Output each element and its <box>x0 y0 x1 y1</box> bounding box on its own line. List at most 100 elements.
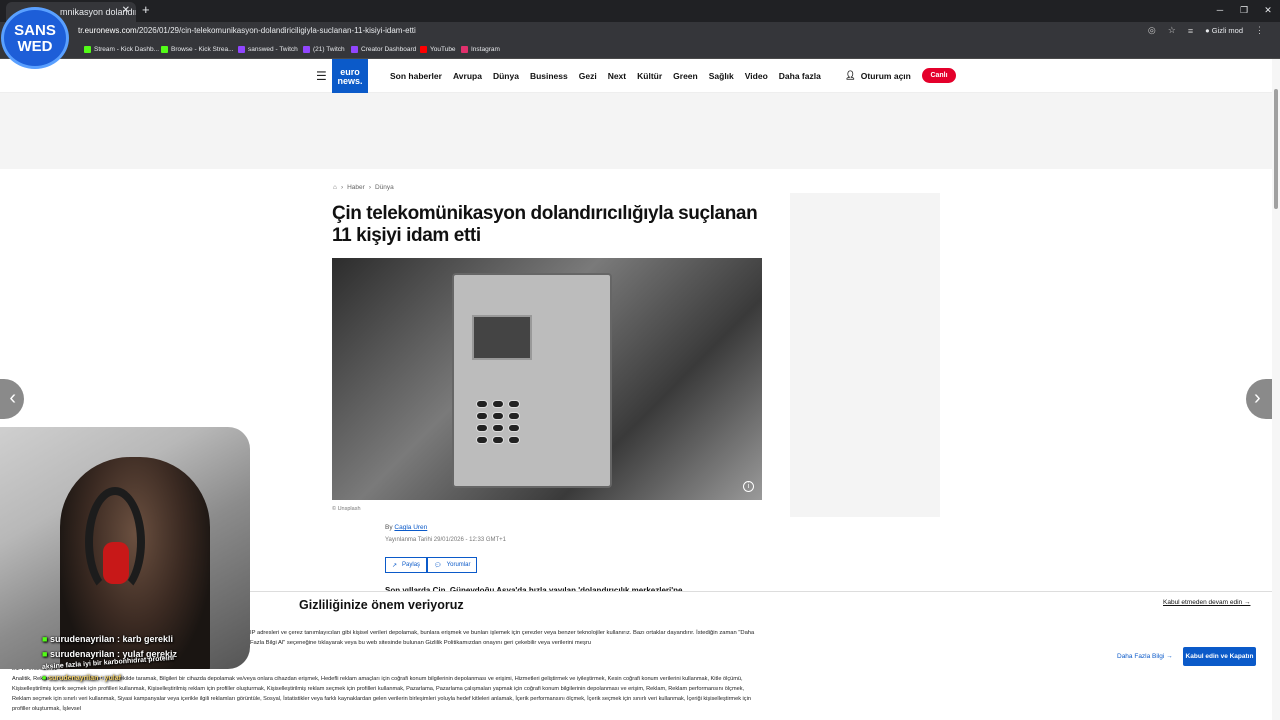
main-nav: Son haberler Avrupa Dünya Business Gezi … <box>390 71 821 81</box>
incognito-indicator[interactable]: ● Gizli mod <box>1205 26 1243 35</box>
kick-icon: ■ <box>42 634 48 644</box>
bookmark-twitch[interactable]: (21) Twitch <box>303 46 345 53</box>
scrollbar-thumb[interactable] <box>1274 89 1278 209</box>
close-window-icon[interactable]: ✕ <box>1256 0 1280 22</box>
nav-gezi[interactable]: Gezi <box>579 71 597 81</box>
chevron-left-icon: ‹ <box>9 387 16 409</box>
url-path: /2026/01/29/cin-telekomunikasyon-dolandi… <box>136 26 416 35</box>
nav-next[interactable]: Next <box>608 71 626 81</box>
payphone-illustration <box>452 273 612 488</box>
consent-purposes-list: Analitik, Reklamcılık, Kesin özellikleri… <box>12 676 751 712</box>
chat-message: ■ surudenayrilan : karb gerekli <box>42 634 174 644</box>
comments-button[interactable]: 💬︎ Yorumlar <box>427 557 478 573</box>
chat-message: ■ surudenayrilan : yulaf <box>42 675 121 682</box>
image-credit: © Unsplash <box>332 506 361 512</box>
bookmark-instagram[interactable]: Instagram <box>461 46 500 53</box>
nav-son-haberler[interactable]: Son haberler <box>390 71 442 81</box>
twitch-icon <box>351 46 358 53</box>
continue-without-accepting-link[interactable]: Kabul etmeden devam edin → <box>1163 599 1250 606</box>
byline: By Cagla Uren <box>385 524 427 531</box>
user-icon: 👤︎ <box>845 70 856 80</box>
breadcrumb-haber[interactable]: Haber <box>347 184 365 191</box>
author-link[interactable]: Cagla Uren <box>394 524 427 531</box>
close-tab-icon[interactable]: ✕ <box>122 5 130 16</box>
breadcrumb-separator: › <box>340 184 344 191</box>
minimize-icon[interactable]: ─ <box>1208 0 1232 22</box>
url-text[interactable]: tr.euronews.com/2026/01/29/cin-telekomun… <box>78 26 416 35</box>
payphone-keypad <box>476 400 520 444</box>
prev-article-arrow[interactable]: ‹ <box>0 379 24 419</box>
streamer-logo-badge: SANS WED <box>1 7 69 69</box>
consent-description: IP adresleri ve çerez tanımlayıcıları gi… <box>250 630 755 646</box>
kick-icon <box>161 46 168 53</box>
ad-banner-slot <box>0 93 1280 169</box>
menu-dots-icon[interactable]: ⋮ <box>1255 25 1264 36</box>
twitch-icon <box>238 46 245 53</box>
browser-tab-strip: mnikasyon dolandır ✕ + ─ ❐ ✕ <box>0 0 1280 22</box>
chat-text: yulaf <box>104 675 121 682</box>
incognito-label: Gizli mod <box>1211 26 1243 35</box>
comments-label: Yorumlar <box>446 562 471 568</box>
nav-daha-fazla[interactable]: Daha fazla <box>779 71 821 81</box>
article-hero-image: i <box>332 258 762 500</box>
live-button[interactable]: Canlı <box>922 68 956 83</box>
logo-line-2: WED <box>17 38 53 55</box>
share-bar: ↗ Paylaş 💬︎ Yorumlar <box>385 557 478 573</box>
byline-prefix: By <box>385 524 393 531</box>
consent-title: Gizliliğinize önem veriyoruz <box>299 598 464 612</box>
bookmark-kick-dashboard[interactable]: Stream - Kick Dashb... <box>84 46 159 53</box>
chat-user: surudenayrilan <box>49 649 115 659</box>
eye-off-icon[interactable]: ◎ <box>1148 25 1156 36</box>
breadcrumb-dunya[interactable]: Dünya <box>375 184 394 191</box>
window-controls: ─ ❐ ✕ <box>1208 0 1280 22</box>
nav-kultur[interactable]: Kültür <box>637 71 662 81</box>
bookmark-twitch-sanswed[interactable]: sanswed - Twitch <box>238 46 298 53</box>
image-info-icon[interactable]: i <box>743 481 754 492</box>
chat-user: surudenayrilan <box>49 634 115 644</box>
more-info-link[interactable]: Daha Fazla Bilgi → <box>1117 653 1173 660</box>
bookmark-kick-browse[interactable]: Browse - Kick Strea... <box>161 46 234 53</box>
address-bar[interactable]: tr.euronews.com/2026/01/29/cin-telekomun… <box>0 22 1280 42</box>
article-headline: Çin telekomünikasyon dolandırıcılığıyla … <box>332 203 758 246</box>
home-icon[interactable]: ⌂ <box>333 184 337 191</box>
star-icon[interactable]: ☆ <box>1168 25 1176 36</box>
url-host: tr.euronews.com <box>78 26 137 35</box>
signin-button[interactable]: 👤︎ Oturum açın <box>845 70 911 81</box>
nav-video[interactable]: Video <box>745 71 768 81</box>
share-icon: ↗ <box>392 562 398 569</box>
share-label: Paylaş <box>402 562 421 568</box>
nav-saglik[interactable]: Sağlık <box>709 71 734 81</box>
euronews-logo[interactable]: euro news. <box>332 59 368 95</box>
kick-icon: ■ <box>42 675 47 682</box>
comment-icon: 💬︎ <box>434 562 442 569</box>
bookmark-youtube[interactable]: YouTube <box>420 46 456 53</box>
instagram-icon <box>461 46 468 53</box>
twitch-icon <box>303 46 310 53</box>
sidebar-ad-slot <box>790 193 940 517</box>
nav-avrupa[interactable]: Avrupa <box>453 71 482 81</box>
new-tab-icon[interactable]: + <box>142 2 150 17</box>
share-button[interactable]: ↗ Paylaş <box>385 557 428 573</box>
restore-icon[interactable]: ❐ <box>1232 0 1256 22</box>
bookmark-creator-dashboard[interactable]: Creator Dashboard <box>351 46 416 53</box>
youtube-icon <box>420 46 427 53</box>
bookmarks-bar: Stream - Kick Dashb... Browse - Kick Str… <box>0 42 1280 59</box>
hamburger-menu-icon[interactable]: ☰ <box>316 69 327 83</box>
site-header: ☰ euro news. Son haberler Avrupa Dünya B… <box>0 59 1280 95</box>
chat-text: karb gerekli <box>122 634 174 644</box>
kick-icon <box>84 46 91 53</box>
breadcrumb: ⌂ › Haber › Dünya <box>333 184 394 191</box>
chevron-right-icon: › <box>1254 387 1261 409</box>
logo-line-1: SANS <box>14 22 56 39</box>
logo-bottom-text: news. <box>337 76 363 86</box>
nav-dunya[interactable]: Dünya <box>493 71 519 81</box>
page-scrollbar[interactable] <box>1272 59 1280 720</box>
nav-business[interactable]: Business <box>530 71 568 81</box>
media-controls-icon[interactable]: ≡ <box>1188 26 1193 36</box>
payphone-screen <box>472 315 532 360</box>
headset-earcup <box>103 542 129 584</box>
nav-green[interactable]: Green <box>673 71 698 81</box>
accept-and-close-button[interactable]: Kabul edin ve Kapatın <box>1183 647 1256 666</box>
chat-user: surudenayrilan <box>48 675 99 682</box>
kick-icon: ■ <box>42 649 48 659</box>
